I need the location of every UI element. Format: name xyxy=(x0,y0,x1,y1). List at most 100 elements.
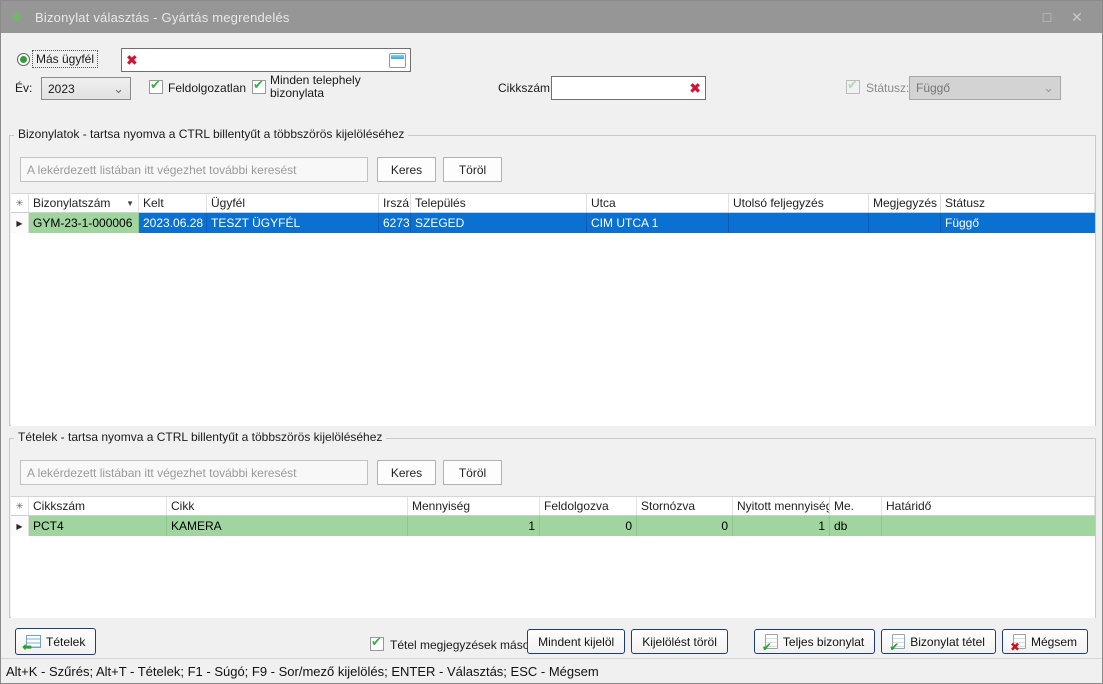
document-cancel-icon: ✖ xyxy=(1013,634,1026,649)
customer-search-field[interactable]: ✖ xyxy=(121,48,411,72)
column-header-nyitott-mennyiseg[interactable]: Nyitott mennyiség xyxy=(733,497,830,515)
table-row[interactable]: ▶ PCT4 KAMERA 1 0 0 1 db xyxy=(11,516,1095,536)
full-document-button[interactable]: ✔ Teljes bizonylat xyxy=(754,629,875,654)
cell-telepules[interactable]: SZEGED xyxy=(411,213,587,233)
check-icon: ✔ xyxy=(847,77,858,93)
column-header-cikkszam[interactable]: Cikkszám xyxy=(29,497,167,515)
radio-dot-icon xyxy=(20,56,27,63)
clear-customer-icon[interactable]: ✖ xyxy=(126,53,138,67)
tetelek-grid-header: ✳ Cikkszám Cikk Mennyiség Feldolgozva St… xyxy=(11,497,1095,516)
cell-feldolgozva[interactable]: 0 xyxy=(540,516,637,536)
cell-statusz[interactable]: Függő xyxy=(941,213,1095,233)
minden-telephely-checkbox[interactable]: ✔ xyxy=(252,80,266,94)
items-list-icon: ⬅ xyxy=(26,635,41,648)
column-header-utolso-feljegyzes[interactable]: Utolsó feljegyzés xyxy=(729,194,869,212)
cell-mennyiseg[interactable]: 1 xyxy=(408,516,540,536)
bizonylatok-search-input[interactable] xyxy=(20,157,368,182)
cell-cikk[interactable]: KAMERA xyxy=(167,516,408,536)
column-header-irsza[interactable]: Irszá xyxy=(379,194,411,212)
copy-notes-checkbox[interactable]: ✔ xyxy=(370,637,384,651)
tetelek-keres-button[interactable]: Keres xyxy=(377,460,436,485)
select-all-button[interactable]: Mindent kijelöl xyxy=(527,629,625,654)
ev-value: 2023 xyxy=(48,82,75,96)
cell-bizonylatszam[interactable]: GYM-23-1-000006 xyxy=(29,213,139,233)
maximize-button[interactable]: □ xyxy=(1032,9,1062,25)
select-all-column-header[interactable]: ✳ xyxy=(11,194,29,212)
row-indicator: ▶ xyxy=(11,213,29,233)
feldolgozatlan-label[interactable]: Feldolgozatlan xyxy=(168,81,246,95)
document-item-button[interactable]: ✔ Bizonylat tétel xyxy=(881,629,996,654)
feldolgozatlan-checkbox[interactable]: ✔ xyxy=(149,80,163,94)
column-header-utca[interactable]: Utca xyxy=(587,194,729,212)
title-bar[interactable]: ❋ Bizonylat választás - Gyártás megrende… xyxy=(1,1,1102,33)
bizonylatok-grid-header: ✳ Bizonylatszám ▼ Kelt Ügyfél Irszá Tele… xyxy=(11,194,1095,213)
arrow-left-icon: ⬅ xyxy=(22,641,32,653)
cancel-label: Mégsem xyxy=(1031,635,1077,649)
check-icon: ✔ xyxy=(371,634,382,650)
cell-utca[interactable]: CIM UTCA 1 xyxy=(587,213,729,233)
cell-kelt[interactable]: 2023.06.28 xyxy=(139,213,207,233)
cell-utolso-feljegyzes[interactable] xyxy=(729,213,869,233)
tetelek-button-label: Tételek xyxy=(46,635,85,649)
document-item-label: Bizonylat tétel xyxy=(910,635,985,649)
bizonylatok-grid: ✳ Bizonylatszám ▼ Kelt Ügyfél Irszá Tele… xyxy=(11,193,1095,426)
mas-ugyfel-label[interactable]: Más ügyfél xyxy=(32,50,98,68)
ev-select[interactable]: 2023 ⌄ xyxy=(41,77,131,100)
cikkszam-label: Cikkszám: xyxy=(498,81,553,95)
close-button[interactable]: ✕ xyxy=(1062,9,1092,26)
bizonylatok-torol-button[interactable]: Töröl xyxy=(443,157,502,182)
cell-nyitott-mennyiseg[interactable]: 1 xyxy=(733,516,830,536)
column-header-statusz[interactable]: Státusz xyxy=(941,194,1095,212)
minden-telephely-label[interactable]: Minden telephely bizonylata xyxy=(270,74,382,100)
column-header-me[interactable]: Me. xyxy=(830,497,882,515)
bizonylatok-group-title: Bizonylatok - tartsa nyomva a CTRL bille… xyxy=(14,127,408,141)
document-check-icon: ✔ xyxy=(892,634,905,649)
check-icon: ✔ xyxy=(253,77,264,93)
cell-megjegyzes[interactable] xyxy=(869,213,941,233)
check-icon: ✔ xyxy=(762,641,772,653)
select-all-column-header[interactable]: ✳ xyxy=(11,497,29,515)
row-indicator: ▶ xyxy=(11,516,29,536)
statusz-label: Státusz: xyxy=(866,81,909,95)
column-header-hatarido[interactable]: Határidő xyxy=(882,497,1095,515)
clear-selection-button[interactable]: Kijelölést töröl xyxy=(631,629,728,654)
lookup-icon-titlebar xyxy=(391,55,404,59)
tetelek-group: Tételek - tartsa nyomva a CTRL billentyű… xyxy=(9,438,1096,618)
cell-ugyfel[interactable]: TESZT ÜGYFÉL xyxy=(207,213,379,233)
column-header-ugyfel[interactable]: Ügyfél xyxy=(207,194,379,212)
cikkszam-input[interactable] xyxy=(556,77,689,99)
cell-irsza[interactable]: 6273 xyxy=(379,213,411,233)
column-header-cikk[interactable]: Cikk xyxy=(167,497,408,515)
tetelek-search-input[interactable] xyxy=(20,460,368,485)
customer-input[interactable] xyxy=(138,49,389,71)
dialog-window: ❋ Bizonylat választás - Gyártás megrende… xyxy=(0,0,1103,684)
column-header-mennyiseg[interactable]: Mennyiség xyxy=(408,497,540,515)
column-header-stornozva[interactable]: Stornózva xyxy=(637,497,733,515)
cikkszam-field[interactable]: ✖ xyxy=(551,76,706,100)
cell-me[interactable]: db xyxy=(830,516,882,536)
tetelek-button[interactable]: ⬅ Tételek xyxy=(15,628,96,655)
column-header-bizonylatszam[interactable]: Bizonylatszám ▼ xyxy=(29,194,139,212)
cell-stornozva[interactable]: 0 xyxy=(637,516,733,536)
clear-cikkszam-icon[interactable]: ✖ xyxy=(689,81,701,95)
tetelek-grid: ✳ Cikkszám Cikk Mennyiség Feldolgozva St… xyxy=(11,496,1095,618)
x-icon: ✖ xyxy=(1010,641,1020,653)
window-title: Bizonylat választás - Gyártás megrendelé… xyxy=(35,10,1032,25)
check-icon: ✔ xyxy=(889,641,899,653)
column-header-feldolgozva[interactable]: Feldolgozva xyxy=(540,497,637,515)
statusz-checkbox: ✔ xyxy=(846,80,860,94)
column-header-megjegyzes[interactable]: Megjegyzés xyxy=(869,194,941,212)
column-header-kelt[interactable]: Kelt xyxy=(139,194,207,212)
cancel-button[interactable]: ✖ Mégsem xyxy=(1002,629,1088,654)
table-row[interactable]: ▶ GYM-23-1-000006 2023.06.28 TESZT ÜGYFÉ… xyxy=(11,213,1095,233)
bizonylatok-keres-button[interactable]: Keres xyxy=(377,157,436,182)
bizonylatok-group: Bizonylatok - tartsa nyomva a CTRL bille… xyxy=(9,135,1096,426)
footer-actions: Mindent kijelöl Kijelölést töröl ✔ Telje… xyxy=(527,629,1088,654)
lookup-icon[interactable] xyxy=(389,53,406,68)
cell-cikkszam[interactable]: PCT4 xyxy=(29,516,167,536)
row-indicator-icon: ▶ xyxy=(16,219,22,228)
column-header-telepules[interactable]: Település xyxy=(411,194,587,212)
cell-hatarido[interactable] xyxy=(882,516,1095,536)
tetelek-torol-button[interactable]: Töröl xyxy=(443,460,502,485)
mas-ugyfel-radio[interactable] xyxy=(17,53,30,66)
